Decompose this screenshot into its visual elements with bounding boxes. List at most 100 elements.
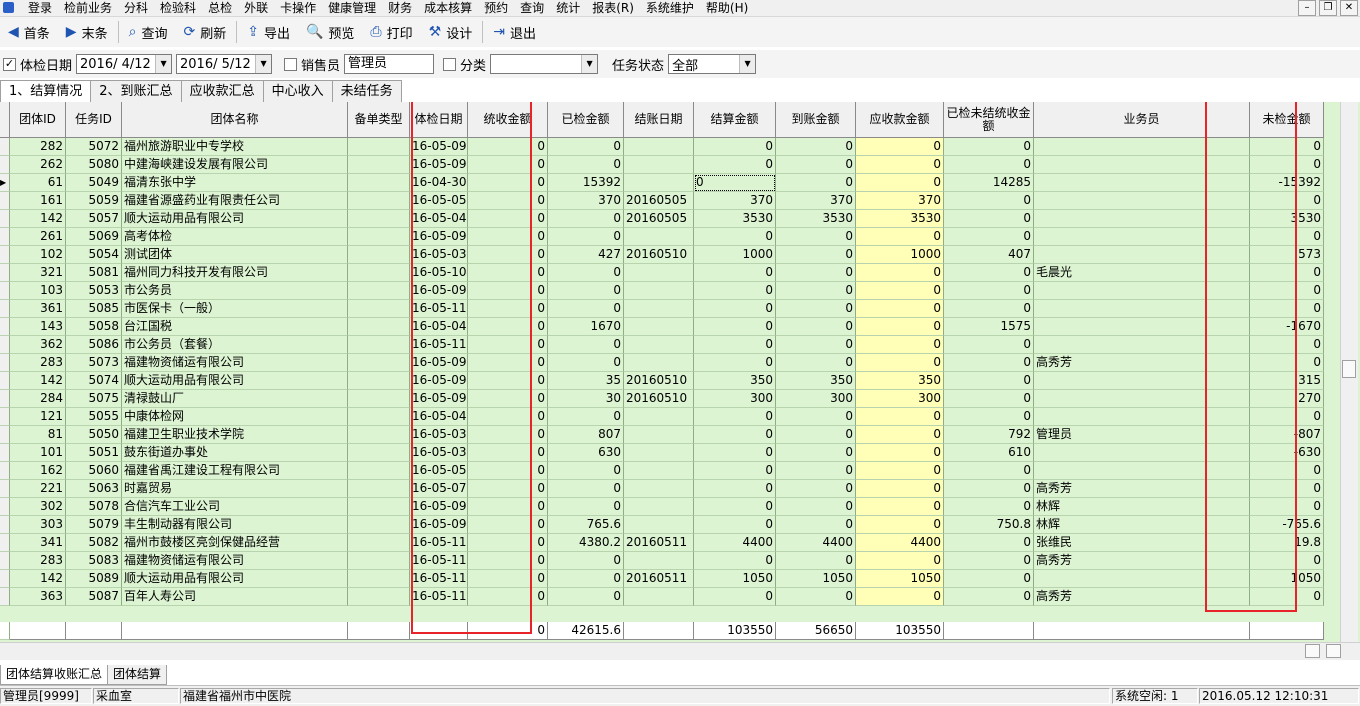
- table-cell[interactable]: [624, 354, 694, 372]
- table-cell[interactable]: [348, 318, 410, 336]
- table-cell[interactable]: 0: [694, 336, 776, 354]
- export-button[interactable]: ⇪ 导出: [239, 19, 298, 45]
- table-cell[interactable]: 0: [856, 444, 944, 462]
- menu-item[interactable]: 财务: [382, 0, 418, 16]
- table-cell[interactable]: 81: [10, 426, 66, 444]
- table-cell[interactable]: [624, 498, 694, 516]
- table-row[interactable]: 261 5069 高考体检 16-05-09 0 0 0 0 0 0 0: [0, 228, 1324, 246]
- table-cell[interactable]: 顺大运动用品有限公司: [122, 570, 348, 588]
- table-cell[interactable]: [348, 228, 410, 246]
- table-cell[interactable]: 1000: [694, 246, 776, 264]
- row-indicator[interactable]: [0, 228, 10, 246]
- column-header[interactable]: 到账金额: [776, 102, 856, 138]
- row-indicator[interactable]: [0, 408, 10, 426]
- table-cell[interactable]: 福建省禹江建设工程有限公司: [122, 462, 348, 480]
- menu-item[interactable]: 系统维护: [640, 0, 700, 16]
- table-cell[interactable]: [624, 516, 694, 534]
- tab-4[interactable]: 未结任务: [331, 80, 402, 102]
- table-cell[interactable]: 0: [944, 264, 1034, 282]
- table-cell[interactable]: [348, 282, 410, 300]
- table-cell[interactable]: 0: [694, 444, 776, 462]
- table-cell[interactable]: [348, 480, 410, 498]
- table-cell[interactable]: [348, 210, 410, 228]
- table-cell[interactable]: 时嘉贸易: [122, 480, 348, 498]
- menu-item[interactable]: 预约: [478, 0, 514, 16]
- table-cell[interactable]: 0: [694, 174, 776, 192]
- vertical-scrollbar[interactable]: [1340, 102, 1358, 642]
- table-cell[interactable]: 5075: [66, 390, 122, 408]
- table-cell[interactable]: 市公务员（套餐）: [122, 336, 348, 354]
- tab-1[interactable]: 2、到账汇总: [90, 80, 182, 102]
- table-row[interactable]: 161 5059 福建省源盛药业有限责任公司 16-05-05 0 370 20160505…: [0, 192, 1324, 210]
- table-cell[interactable]: 0: [694, 462, 776, 480]
- table-cell[interactable]: [348, 570, 410, 588]
- table-cell[interactable]: 0: [776, 228, 856, 246]
- table-cell[interactable]: 0: [856, 264, 944, 282]
- table-cell[interactable]: 142: [10, 570, 66, 588]
- table-cell[interactable]: 350: [776, 372, 856, 390]
- table-cell[interactable]: 0: [694, 300, 776, 318]
- table-cell[interactable]: 262: [10, 156, 66, 174]
- table-cell[interactable]: 0: [944, 228, 1034, 246]
- table-cell[interactable]: [624, 300, 694, 318]
- table-cell[interactable]: 370: [548, 192, 624, 210]
- table-row[interactable]: 362 5086 市公务员（套餐） 16-05-11 0 0 0 0 0 0 0: [0, 336, 1324, 354]
- table-cell[interactable]: 0: [548, 588, 624, 606]
- table-cell[interactable]: 高考体检: [122, 228, 348, 246]
- table-cell[interactable]: [348, 264, 410, 282]
- table-cell[interactable]: 0: [944, 462, 1034, 480]
- table-cell[interactable]: 630: [548, 444, 624, 462]
- row-indicator[interactable]: [0, 156, 10, 174]
- table-cell[interactable]: [348, 390, 410, 408]
- table-row[interactable]: 142 5057 顺大运动用品有限公司 16-05-04 0 0 20160505 3530 3…: [0, 210, 1324, 228]
- table-cell[interactable]: 300: [694, 390, 776, 408]
- chevron-down-icon[interactable]: ▼: [255, 55, 272, 73]
- table-cell[interactable]: 0: [944, 138, 1034, 156]
- table-cell[interactable]: 0: [776, 354, 856, 372]
- table-cell[interactable]: 302: [10, 498, 66, 516]
- table-cell[interactable]: 合信汽车工业公司: [122, 498, 348, 516]
- scroll-thumb[interactable]: [1342, 360, 1356, 378]
- table-cell[interactable]: 0: [776, 264, 856, 282]
- table-cell[interactable]: [348, 138, 410, 156]
- table-cell[interactable]: 鼓东街道办事处: [122, 444, 348, 462]
- table-cell[interactable]: 台江国税: [122, 318, 348, 336]
- table-cell[interactable]: [348, 498, 410, 516]
- table-cell[interactable]: 4400: [856, 534, 944, 552]
- table-cell[interactable]: 0: [548, 336, 624, 354]
- table-cell[interactable]: 0: [944, 534, 1034, 552]
- row-indicator[interactable]: [0, 390, 10, 408]
- bottom-tab-1[interactable]: 团体结算: [107, 665, 168, 685]
- table-cell[interactable]: 0: [776, 408, 856, 426]
- table-cell[interactable]: 0: [694, 552, 776, 570]
- row-indicator[interactable]: [0, 138, 10, 156]
- table-cell[interactable]: 0: [548, 552, 624, 570]
- table-cell[interactable]: 3530: [776, 210, 856, 228]
- table-cell[interactable]: 303: [10, 516, 66, 534]
- table-cell[interactable]: 1050: [694, 570, 776, 588]
- table-cell[interactable]: 1000: [856, 246, 944, 264]
- table-cell[interactable]: 143: [10, 318, 66, 336]
- date-to-picker[interactable]: 2016/ 5/12 ▼: [176, 54, 273, 74]
- table-cell[interactable]: 142: [10, 372, 66, 390]
- row-indicator[interactable]: [0, 534, 10, 552]
- table-cell[interactable]: 610: [944, 444, 1034, 462]
- table-cell[interactable]: 20160510: [624, 246, 694, 264]
- table-cell[interactable]: 807: [548, 426, 624, 444]
- table-cell[interactable]: 5054: [66, 246, 122, 264]
- table-cell[interactable]: [624, 588, 694, 606]
- design-button[interactable]: ⚒ 设计: [421, 19, 481, 45]
- horizontal-scrollbar[interactable]: [0, 642, 1360, 660]
- table-cell[interactable]: 福清东张中学: [122, 174, 348, 192]
- table-cell[interactable]: 0: [856, 282, 944, 300]
- column-header[interactable]: 团体名称: [122, 102, 348, 138]
- table-cell[interactable]: 0: [856, 588, 944, 606]
- table-cell[interactable]: [624, 174, 694, 192]
- table-cell[interactable]: 0: [694, 156, 776, 174]
- table-cell[interactable]: 0: [548, 354, 624, 372]
- table-cell[interactable]: 5072: [66, 138, 122, 156]
- table-cell[interactable]: 0: [694, 426, 776, 444]
- table-cell[interactable]: 0: [944, 480, 1034, 498]
- sales-input[interactable]: 管理员: [344, 54, 435, 74]
- table-cell[interactable]: [348, 372, 410, 390]
